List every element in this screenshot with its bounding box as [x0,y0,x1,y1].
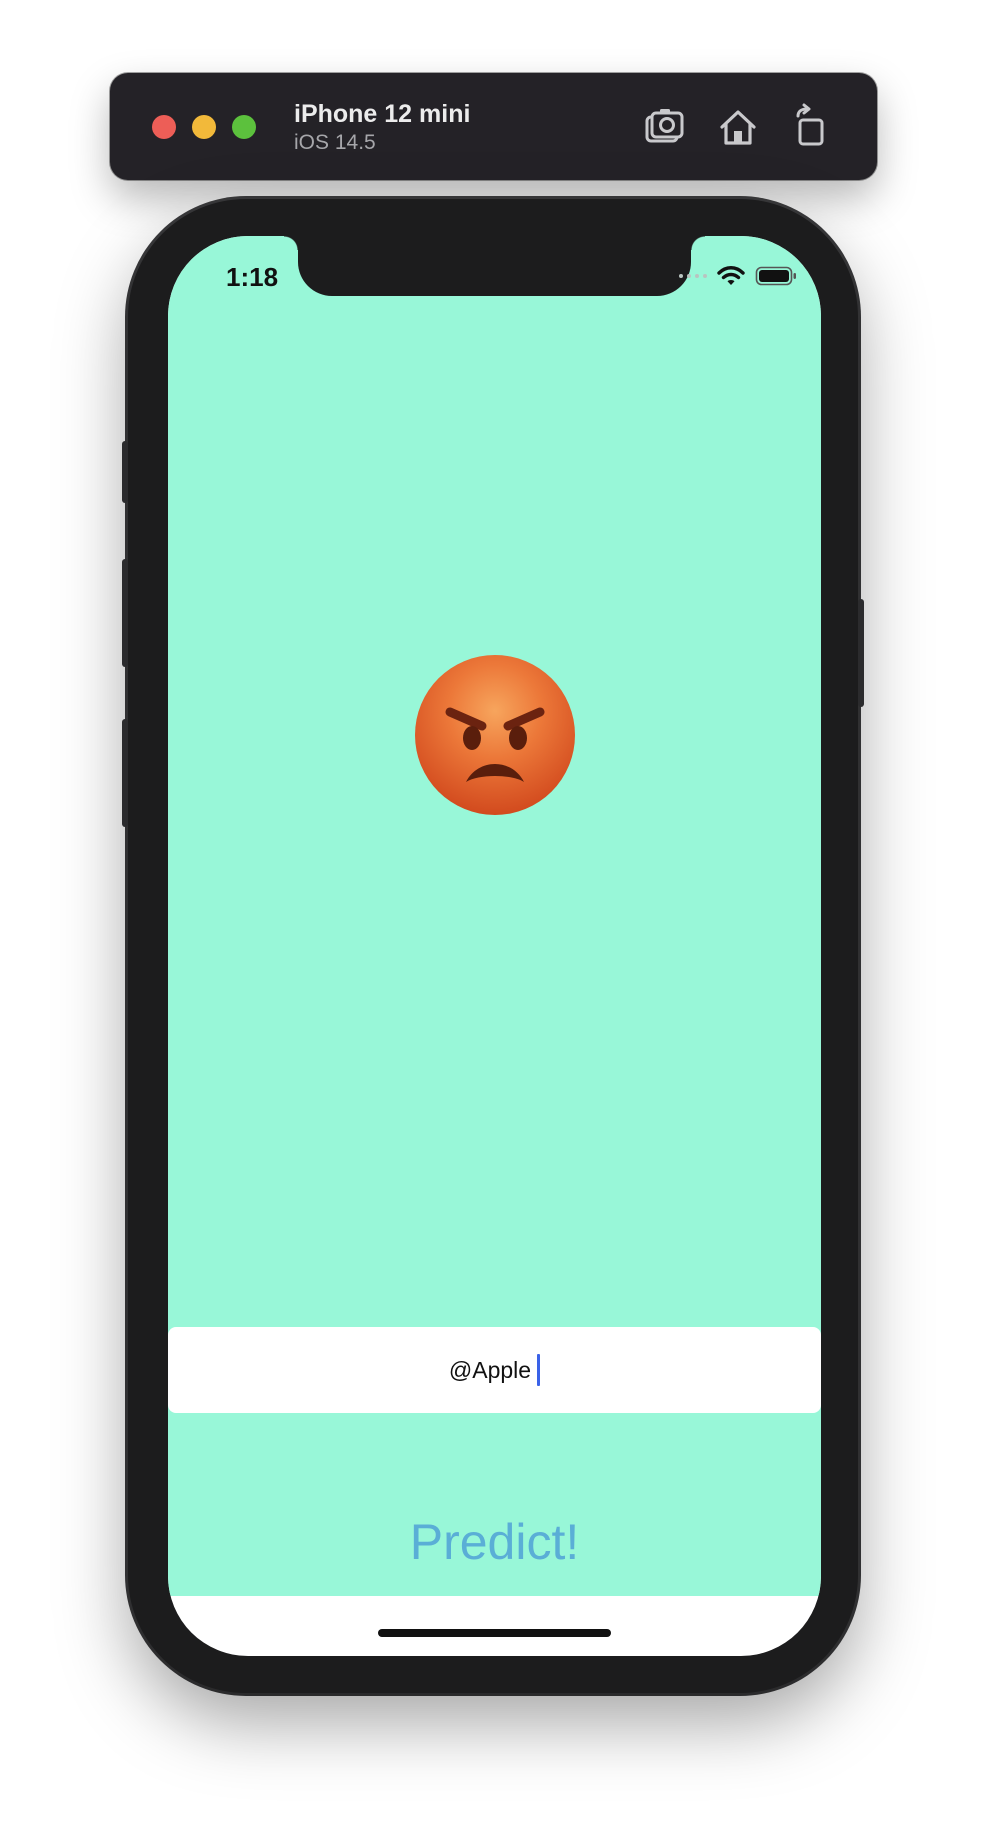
minimize-window-button[interactable] [192,115,216,139]
screenshot-icon[interactable] [640,103,688,151]
cellular-signal-icon [679,274,707,278]
home-icon[interactable] [714,103,762,151]
power-button [858,599,864,707]
phone-screen: 1:18 @Apple Predict! [168,236,821,1656]
mute-switch [122,441,128,503]
iphone-frame: 1:18 @Apple Predict! [122,199,864,1693]
close-window-button[interactable] [152,115,176,139]
os-version: iOS 14.5 [294,131,376,154]
home-indicator[interactable] [378,1629,611,1637]
text-cursor [537,1354,541,1386]
angry-face-icon [414,654,576,816]
wifi-icon [717,266,745,285]
status-icons [679,264,797,288]
simulator-toolbar: iPhone 12 mini iOS 14.5 [110,73,877,180]
volume-up-button [122,559,128,667]
status-time: 1:18 [226,262,279,292]
predict-button[interactable]: Predict! [168,1513,821,1571]
zoom-window-button[interactable] [232,115,256,139]
camera-notch [284,236,705,296]
device-name: iPhone 12 mini [294,100,471,128]
rotate-icon[interactable] [786,103,834,151]
volume-down-button [122,719,128,827]
twitter-handle-input-value: @Apple [448,1356,532,1383]
battery-icon [755,266,796,286]
simulator-stage: iPhone 12 mini iOS 14.5 1:18 @Apple Pred… [0,0,988,1842]
twitter-handle-input[interactable]: @Apple [168,1327,821,1413]
